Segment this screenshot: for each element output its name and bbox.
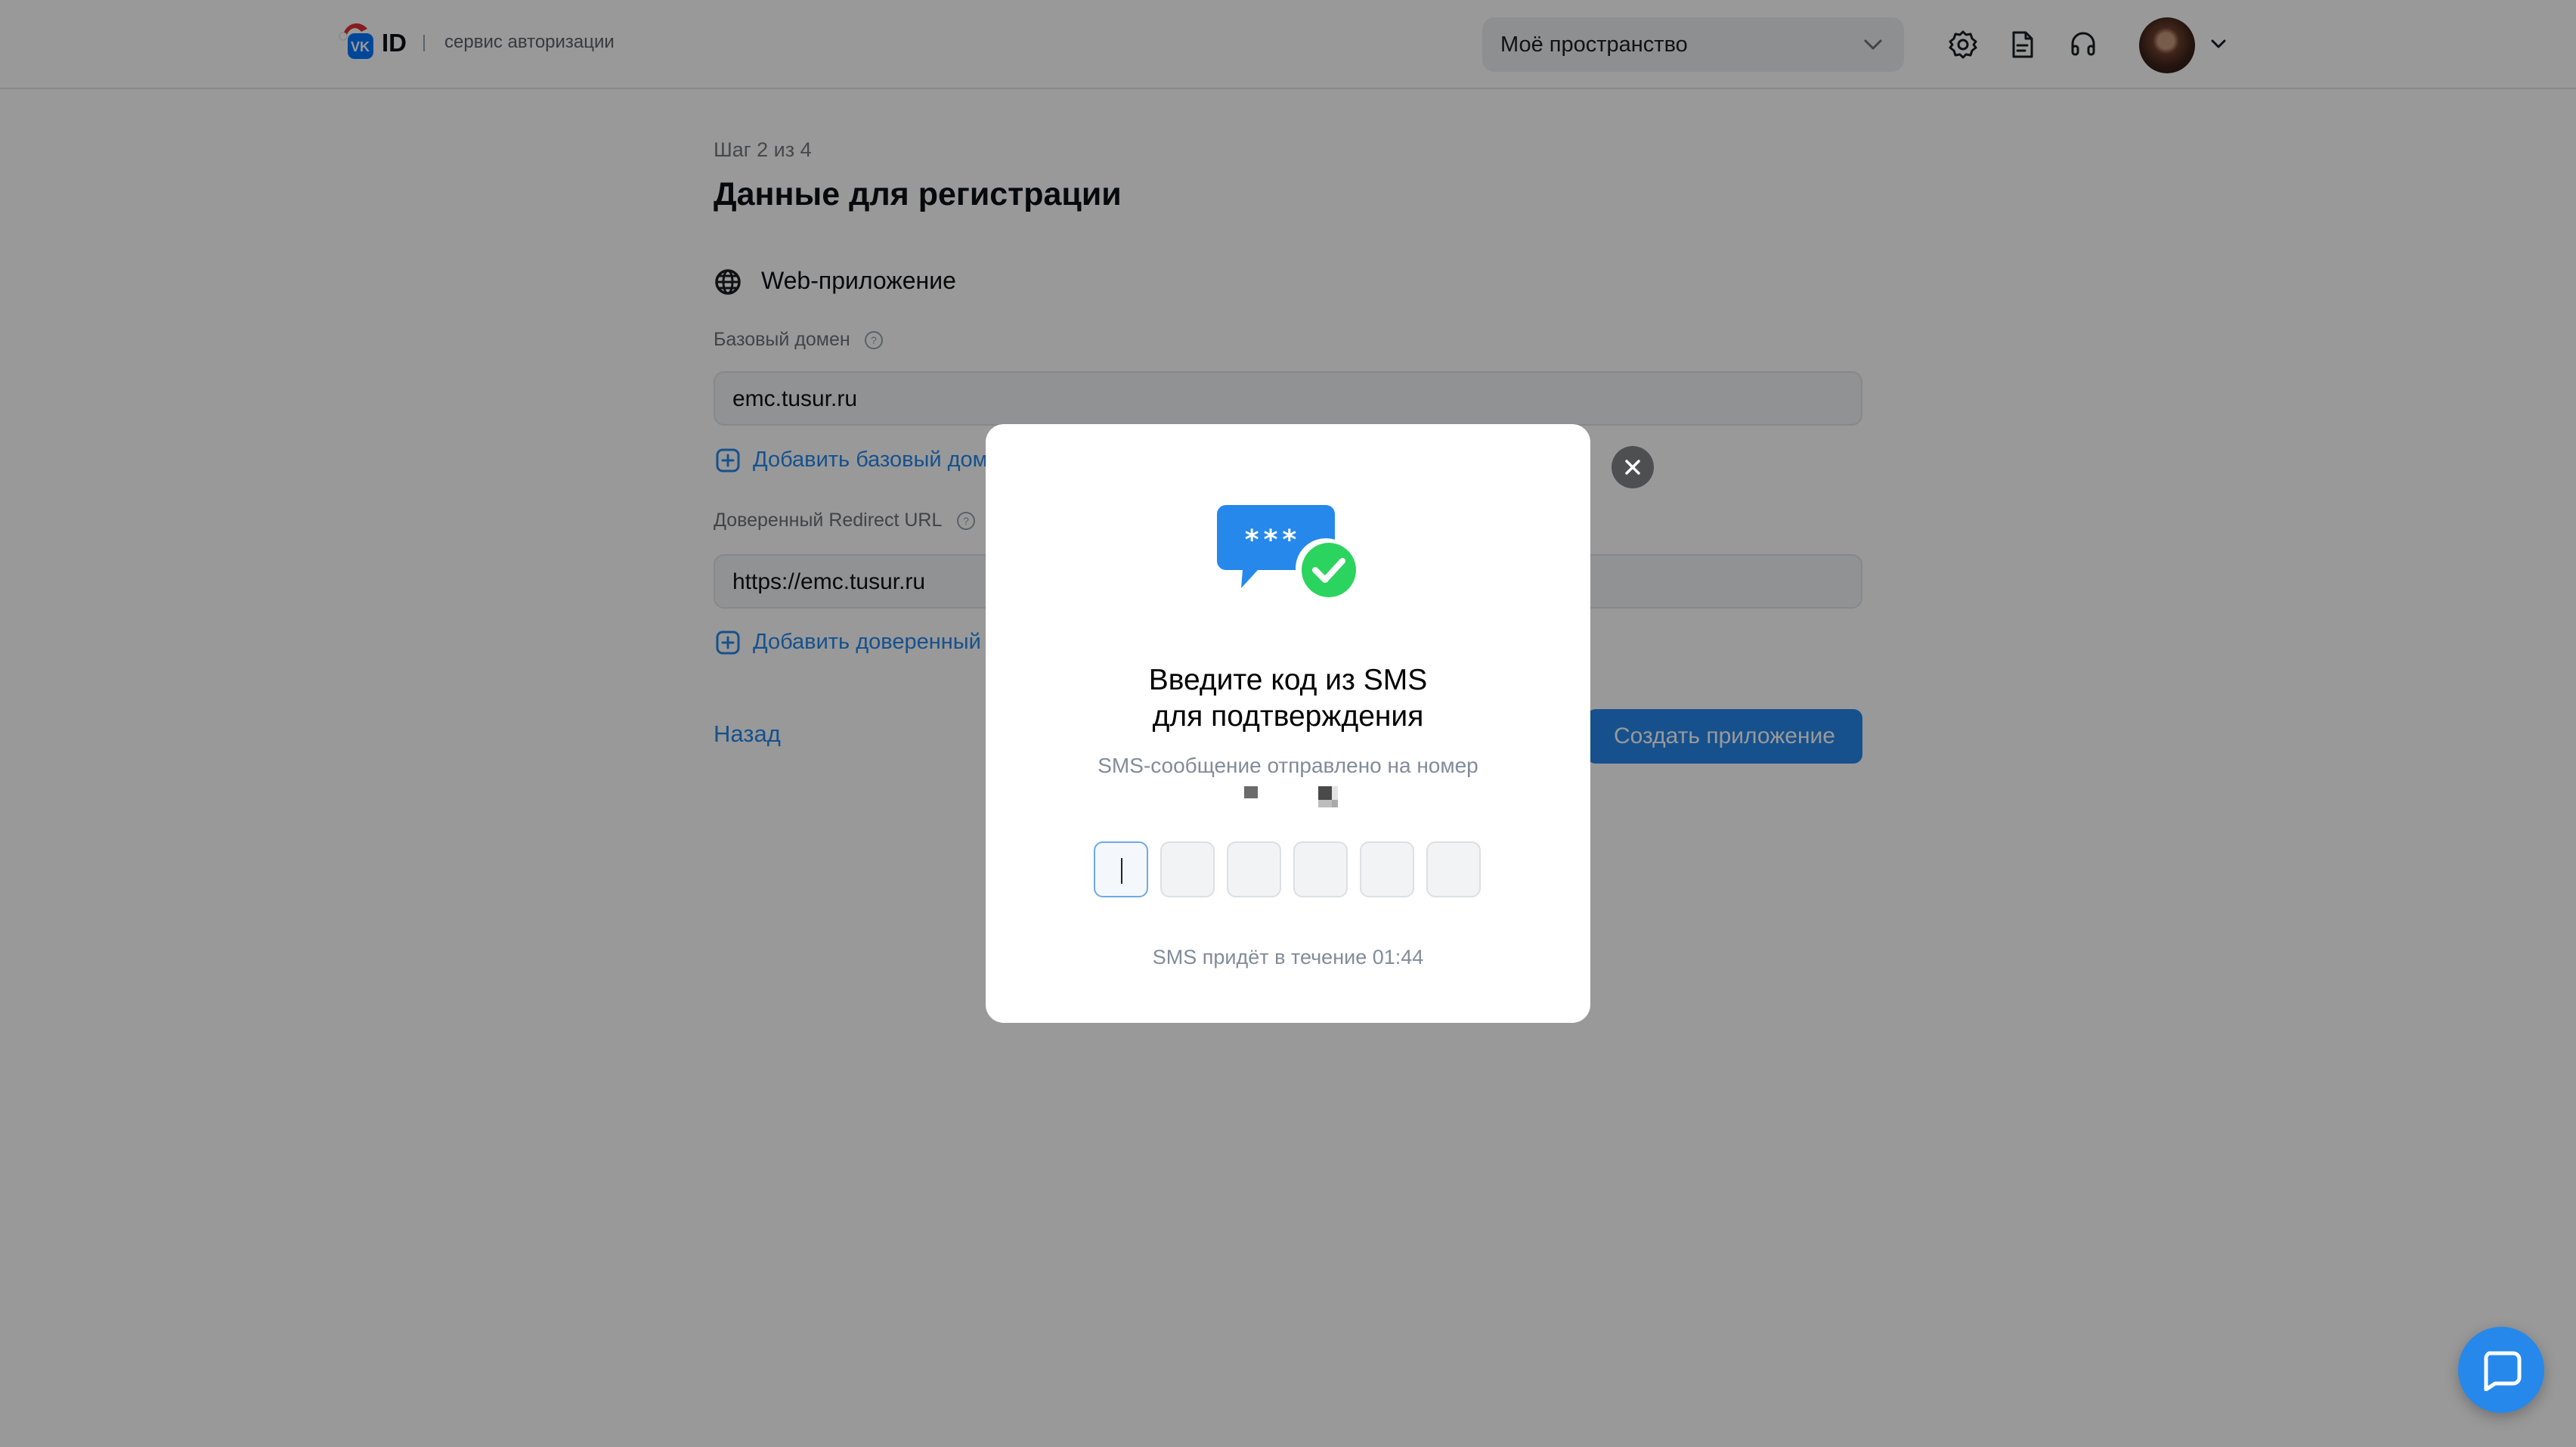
- code-digit-6[interactable]: [1426, 841, 1481, 897]
- close-button[interactable]: [1612, 446, 1654, 488]
- code-digit-2[interactable]: [1160, 841, 1215, 897]
- svg-text:***: ***: [1245, 525, 1301, 556]
- code-digit-1[interactable]: [1094, 841, 1148, 897]
- masked-phone-number: [1244, 786, 1338, 807]
- close-icon: [1625, 460, 1640, 475]
- code-digit-5[interactable]: [1360, 841, 1414, 897]
- support-chat-button[interactable]: [2458, 1327, 2544, 1413]
- modal-title: Введите код из SMS для подтверждения: [986, 662, 1590, 735]
- sms-timer: SMS придёт в течение 01:44: [1152, 946, 1424, 968]
- sms-code-input: [1094, 841, 1483, 897]
- modal-subtitle: SMS-сообщение отправлено на номер: [1098, 754, 1478, 777]
- modal-title-line-2: для подтверждения: [1152, 700, 1424, 733]
- code-digit-3[interactable]: [1227, 841, 1281, 897]
- sms-code-illustration: ***: [1217, 505, 1356, 599]
- text-caret: [1121, 858, 1122, 884]
- chat-icon: [2484, 1351, 2522, 1391]
- code-digit-4[interactable]: [1293, 841, 1348, 897]
- page: VK ID сервис авторизации Моё пространств…: [0, 0, 2576, 1447]
- modal-title-line-1: Введите код из SMS: [1148, 664, 1428, 696]
